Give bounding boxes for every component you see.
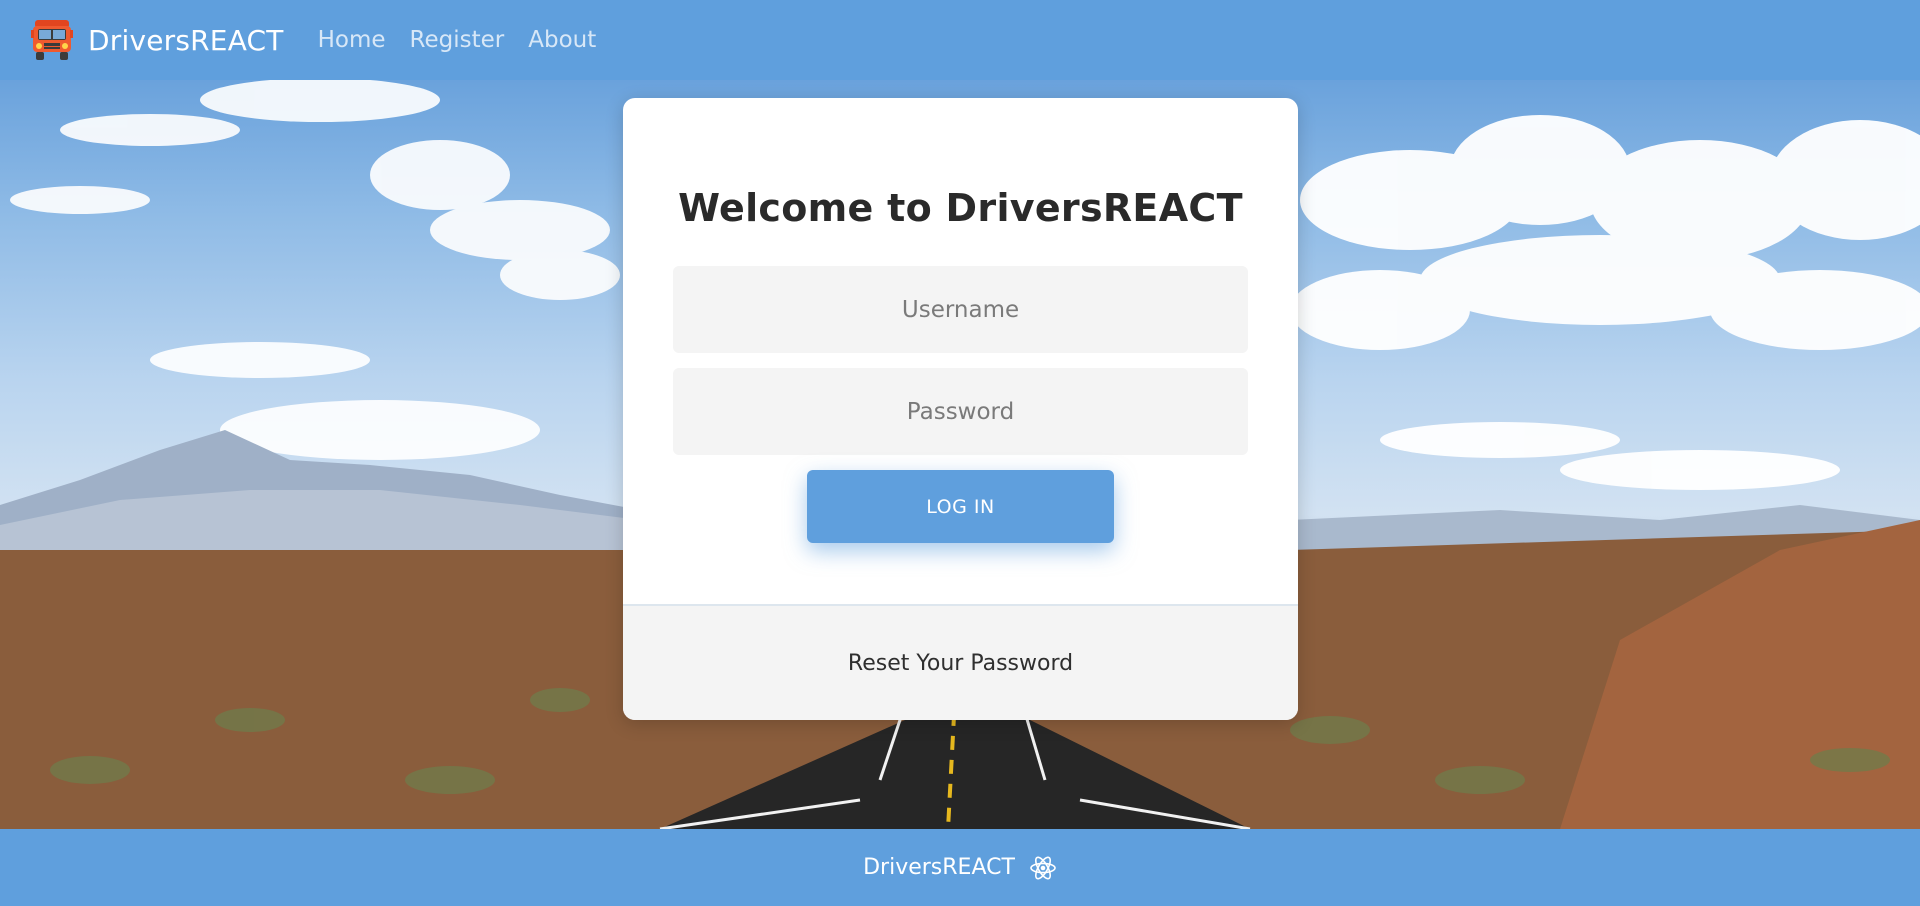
- nav-link-home[interactable]: Home: [318, 27, 386, 53]
- nav-links: Home Register About: [318, 27, 621, 53]
- brand-name: DriversREACT: [88, 23, 284, 57]
- footer-brand: DriversREACT: [863, 855, 1015, 880]
- username-input[interactable]: [673, 266, 1248, 353]
- reset-password-link[interactable]: Reset Your Password: [848, 651, 1073, 676]
- page-footer: DriversREACT: [0, 829, 1920, 906]
- react-icon: [1029, 854, 1057, 882]
- brand[interactable]: DriversREACT: [30, 18, 284, 62]
- nav-link-register[interactable]: Register: [410, 27, 505, 53]
- nav-link-about[interactable]: About: [528, 27, 596, 53]
- login-button[interactable]: LOG IN: [807, 470, 1114, 543]
- password-input[interactable]: [673, 368, 1248, 455]
- login-title: Welcome to DriversREACT: [678, 186, 1243, 230]
- card-footer: Reset Your Password: [623, 604, 1298, 720]
- truck-icon: [30, 18, 74, 62]
- login-card: Welcome to DriversREACT LOG IN Reset You…: [623, 98, 1298, 720]
- top-navbar: DriversREACT Home Register About: [0, 0, 1920, 80]
